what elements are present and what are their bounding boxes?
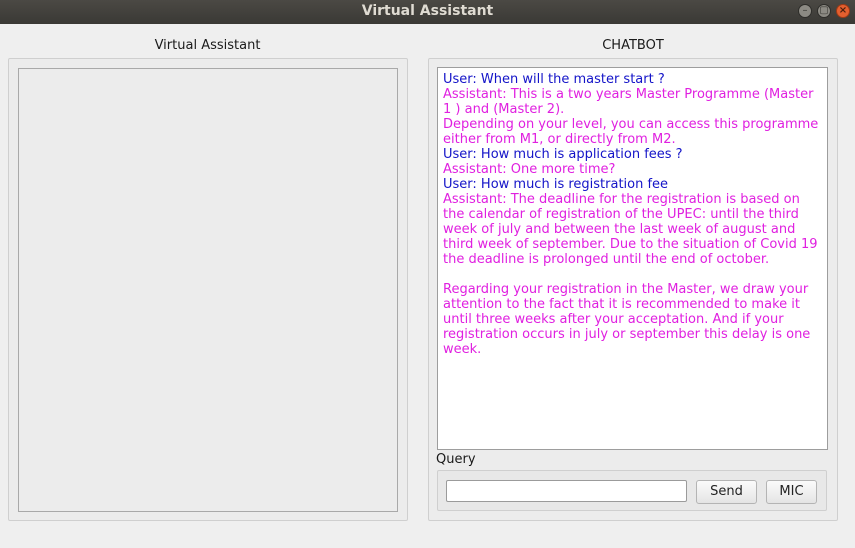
minimize-icon: –: [802, 5, 808, 16]
query-label: Query: [436, 452, 476, 467]
chat-message-assistant: Assistant: The deadline for the registra…: [443, 192, 818, 357]
query-bar: Send MIC: [437, 470, 827, 511]
chat-message-assistant: Assistant: One more time?: [443, 162, 616, 177]
send-button[interactable]: Send: [696, 480, 757, 504]
chat-message-user: User: How much is registration fee: [443, 177, 669, 192]
maximize-icon: ▢: [819, 5, 829, 16]
query-input[interactable]: [446, 480, 687, 502]
right-panel-title: CHATBOT: [602, 38, 664, 53]
window-title: Virtual Assistant: [361, 3, 494, 19]
left-panel-group: [8, 58, 408, 521]
close-icon: ×: [838, 5, 848, 16]
chat-message-assistant: Assistant: This is a two years Master Pr…: [443, 87, 819, 147]
chat-message-user: User: How much is application fees ?: [443, 147, 683, 162]
left-panel-title: Virtual Assistant: [154, 38, 261, 53]
maximize-button[interactable]: ▢: [817, 4, 831, 18]
mic-button[interactable]: MIC: [766, 480, 817, 504]
window-titlebar[interactable]: Virtual Assistant – ▢ ×: [0, 0, 855, 24]
minimize-button[interactable]: –: [798, 4, 812, 18]
close-button[interactable]: ×: [836, 4, 850, 18]
assistant-display-area: [18, 68, 398, 512]
chat-message-user: User: When will the master start ?: [443, 72, 665, 87]
chat-log[interactable]: User: When will the master start ? Assis…: [437, 67, 828, 450]
